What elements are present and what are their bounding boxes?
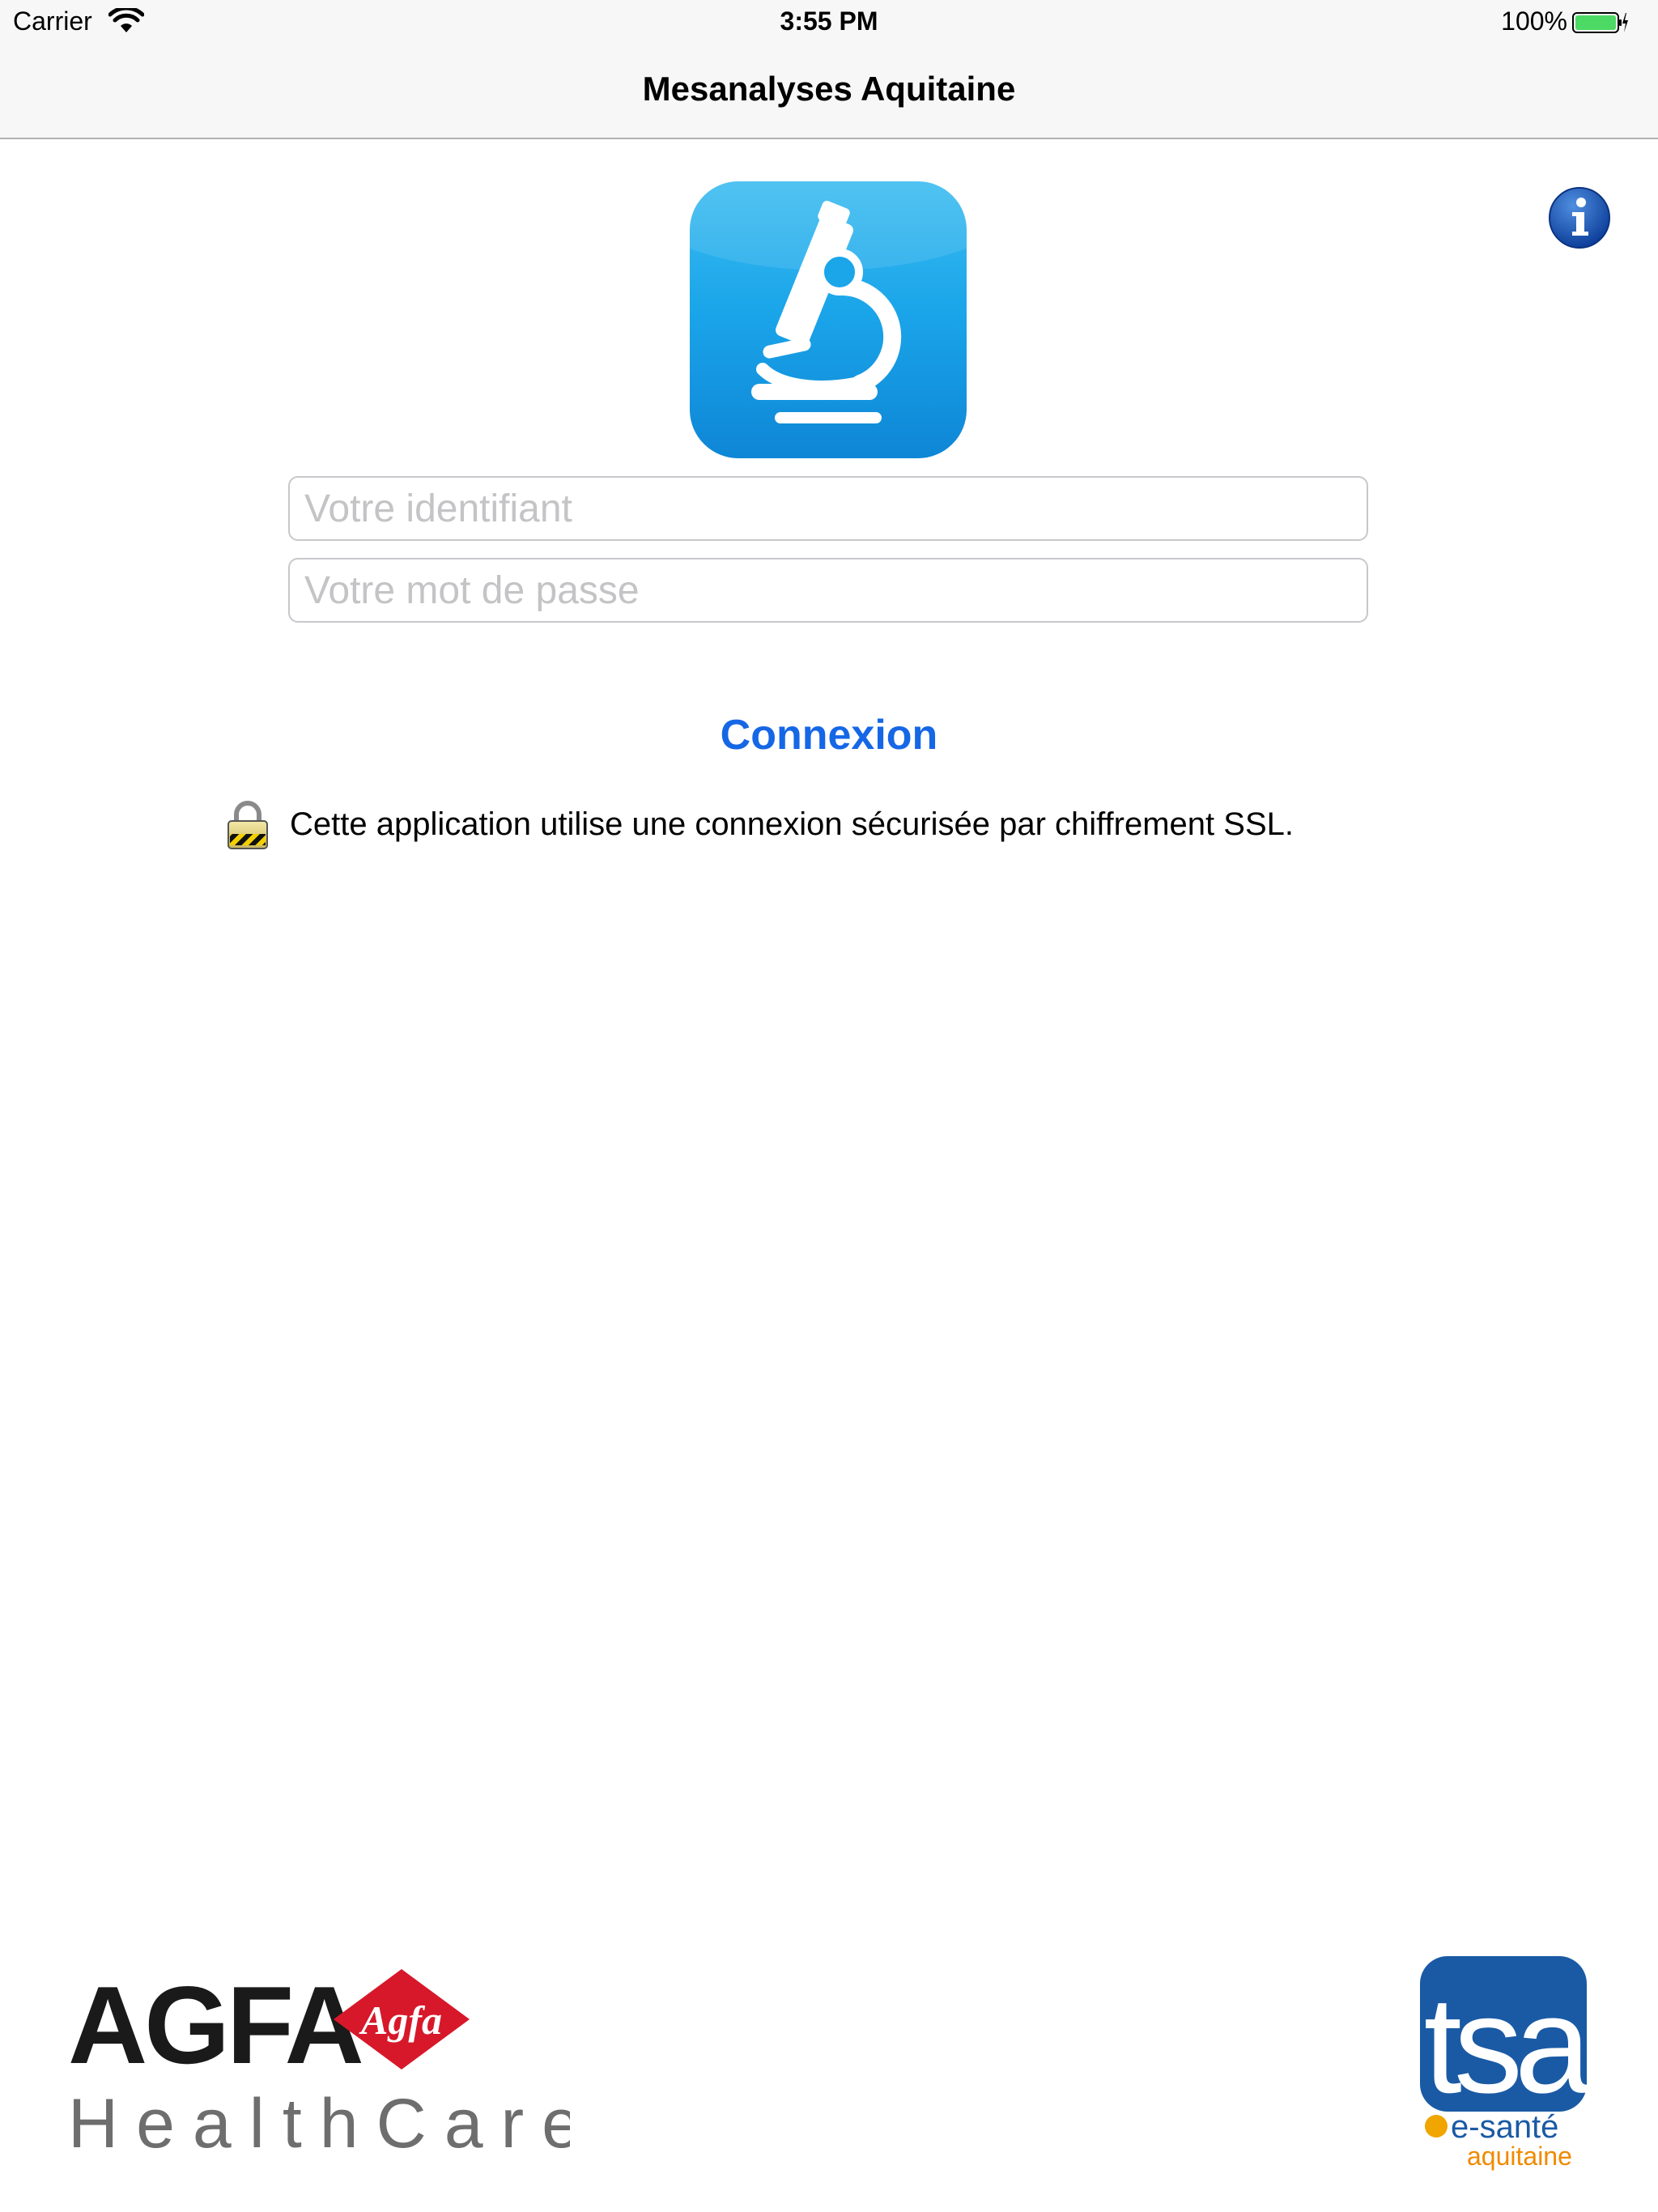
page-title: Mesanalyses Aquitaine [642,70,1016,108]
battery-icon [1572,12,1628,33]
microscope-icon [690,181,967,458]
battery-percent: 100% [1501,6,1567,36]
status-bar: Carrier 3:55 PM 100% [0,0,1658,45]
agfa-badge-text: Agfa [359,1997,442,2043]
agfa-healthcare-logo: AGFA Agfa HealthCare [68,1963,570,2157]
battery-fill [1575,15,1616,30]
tsa-esante-logo: tsa e-santé aquitaine [1420,1956,1593,2171]
tsa-line1: e-santé [1451,2109,1558,2145]
tsa-wordmark: tsa [1424,1968,1592,2122]
navigation-bar: Mesanalyses Aquitaine [0,45,1658,139]
ssl-security-note: Cette application utilise une connexion … [290,806,1294,842]
username-input[interactable] [288,476,1368,541]
password-input[interactable] [288,558,1368,623]
agfa-subtitle: HealthCare [68,2085,570,2157]
lock-icon [227,801,268,849]
status-time: 3:55 PM [780,6,878,36]
info-icon[interactable] [1548,186,1611,249]
connect-button[interactable]: Connexion [586,704,1072,766]
agfa-wordmark: AGFA [68,1963,362,2087]
tsa-line2: aquitaine [1467,2142,1572,2171]
